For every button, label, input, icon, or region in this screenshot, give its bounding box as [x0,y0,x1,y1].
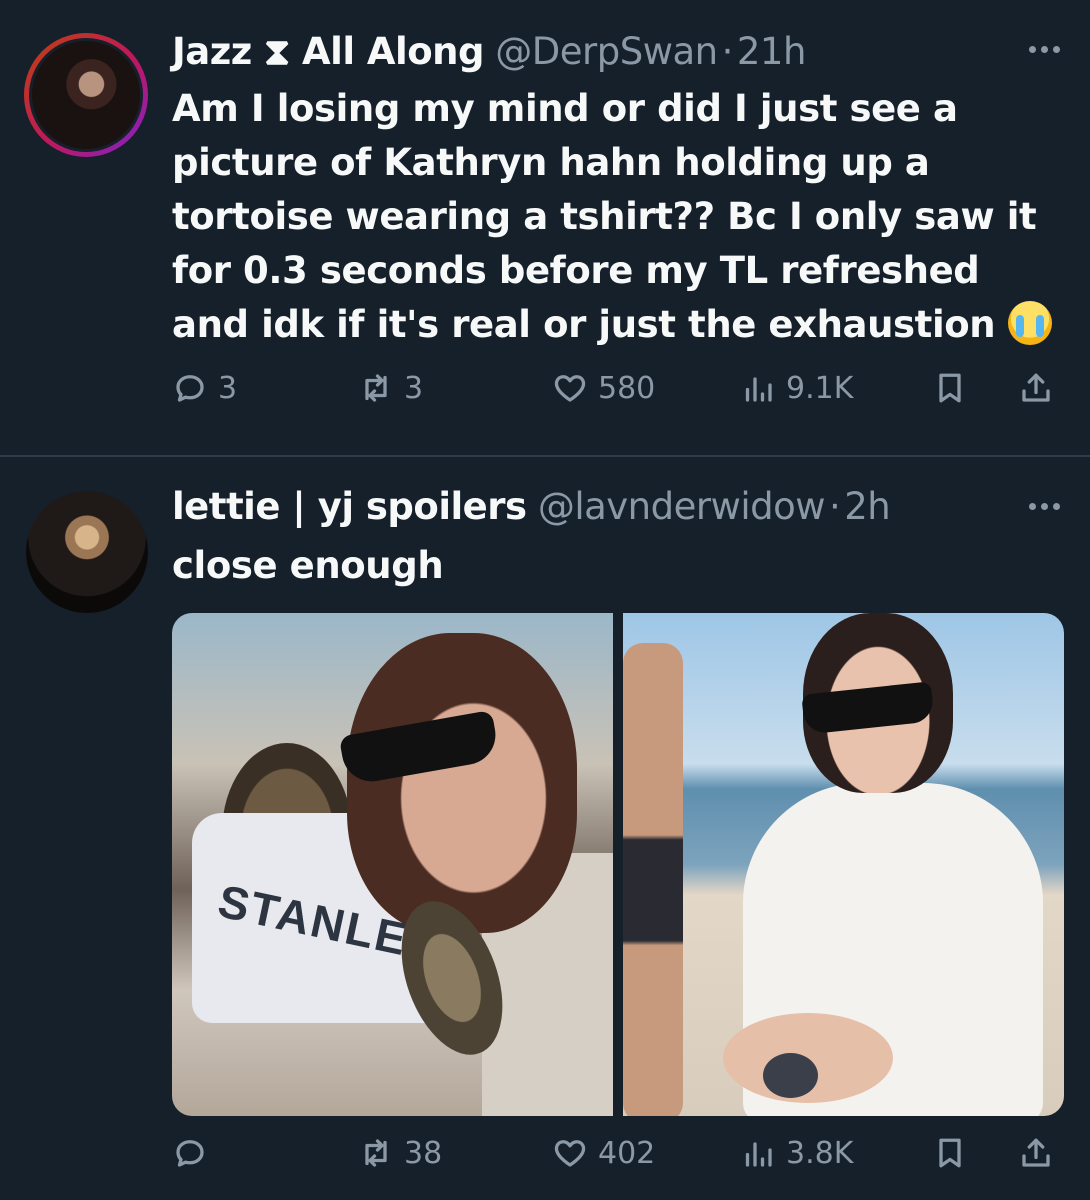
user-handle[interactable]: @DerpSwan [495,30,718,73]
avatar[interactable] [24,33,148,157]
media-photo[interactable]: STANLE [172,613,613,1116]
analytics-icon [745,377,772,402]
share-icon [1022,373,1050,402]
like-count: 580 [598,370,656,406]
like-button[interactable]: 580 [552,370,655,406]
like-button[interactable]: 402 [552,1135,655,1171]
tweet-text-content: close enough [172,544,444,587]
heart-icon [554,1140,586,1167]
views-button[interactable]: 9.1K [740,370,853,406]
like-count: 402 [598,1135,656,1171]
bookmark-button[interactable] [932,370,968,406]
tweet-actions: 38 402 3.8K [172,1135,1062,1185]
heart-icon [554,375,586,402]
user-handle[interactable]: @lavnderwidow [538,485,826,528]
avatar[interactable] [26,491,148,613]
more-options-icon[interactable] [1029,503,1060,510]
tweet-header: Jazz ⧗ All Along @DerpSwan · 21h [172,30,806,74]
display-name[interactable]: lettie | yj spoilers [172,485,527,528]
tweet-text-content: Am I losing my mind or did I just see a … [172,87,1037,346]
bookmark-button[interactable] [932,1135,968,1171]
repost-button[interactable]: 38 [358,1135,442,1171]
repost-count: 38 [404,1135,443,1171]
display-name[interactable]: Jazz ⧗ All Along [172,30,485,73]
more-options-icon[interactable] [1029,46,1060,53]
background-person-shape [623,643,683,1116]
tweet-header: lettie | yj spoilers @lavnderwidow · 2h [172,485,891,528]
bookmark-icon [939,1138,961,1168]
tweet[interactable]: Jazz ⧗ All Along @DerpSwan · 21h Am I losi… [0,0,1090,456]
view-count: 9.1K [786,370,854,406]
tweet-media-grid: STANLE [172,613,1064,1116]
reply-icon [176,1140,204,1167]
separator-dot: · [721,30,734,73]
view-count: 3.8K [786,1135,854,1171]
tweet-actions: 3 3 580 9.1K [172,370,1062,420]
reply-button[interactable]: 3 [172,370,237,406]
repost-icon [365,374,387,402]
reply-icon [176,375,204,402]
tweet-text: Am I losing my mind or did I just see a … [172,82,1052,352]
repost-count: 3 [404,370,424,406]
reply-count: 3 [218,370,238,406]
repost-icon [365,1139,387,1167]
tweet-text: close enough [172,539,1052,593]
share-icon [1022,1138,1050,1167]
timestamp[interactable]: 21h [737,30,807,73]
media-photo[interactable] [623,613,1064,1116]
views-button[interactable]: 3.8K [740,1135,853,1171]
share-button[interactable] [1018,1135,1054,1171]
repost-button[interactable]: 3 [358,370,423,406]
separator-dot: · [829,485,841,528]
reply-button[interactable] [172,1135,218,1171]
baby-turtle-shape [763,1053,818,1098]
person-head-shape [347,633,577,933]
tweet[interactable]: lettie | yj spoilers @lavnderwidow · 2h cl… [0,457,1090,1200]
bookmark-icon [939,373,961,403]
timestamp[interactable]: 2h [844,485,891,528]
analytics-icon [745,1142,772,1167]
share-button[interactable] [1018,370,1054,406]
loudly-crying-face-emoji-icon [1007,301,1052,345]
